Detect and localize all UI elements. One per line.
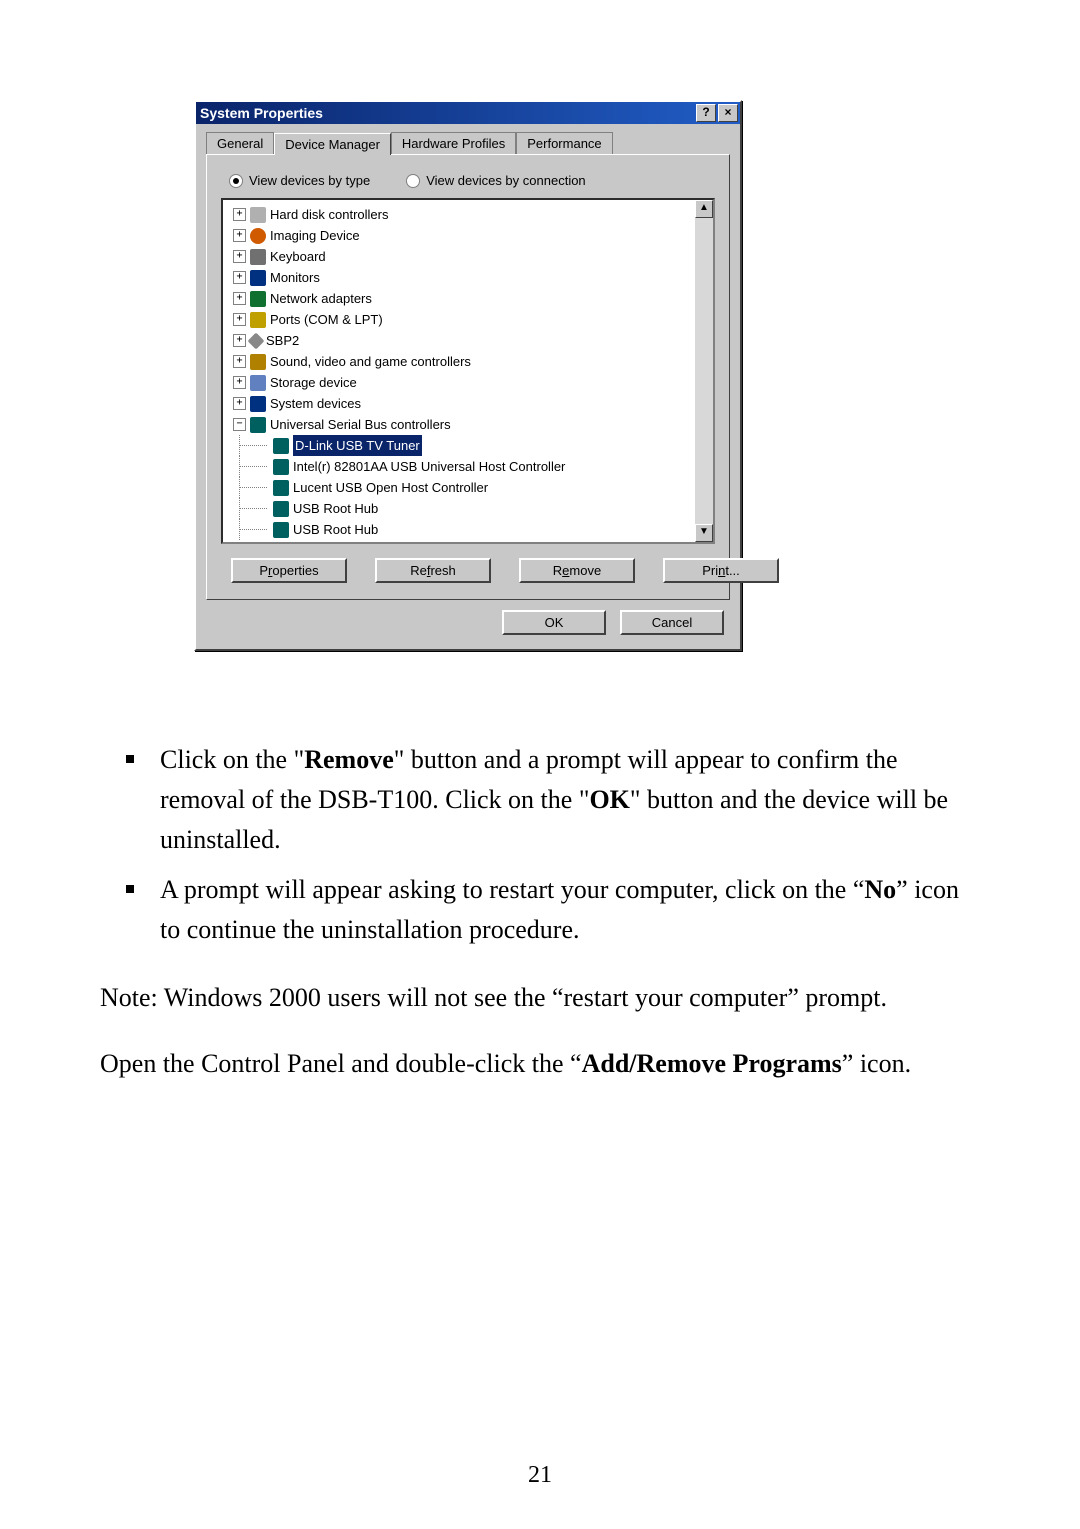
expand-icon[interactable]: +: [233, 397, 246, 410]
scroll-up-icon[interactable]: ▲: [695, 200, 713, 218]
document-body: Click on the "Remove" button and a promp…: [100, 740, 980, 1110]
tree-label: Network adapters: [270, 288, 372, 309]
tree-label: Ports (COM & LPT): [270, 309, 383, 330]
device-icon: [273, 501, 289, 517]
note-paragraph: Note: Windows 2000 users will not see th…: [100, 978, 980, 1018]
open-control-panel-paragraph: Open the Control Panel and double-click …: [100, 1044, 980, 1084]
tree-label: Keyboard: [270, 246, 326, 267]
tree-node-network[interactable]: + Network adapters: [229, 288, 693, 309]
tree-child-roothub-2[interactable]: USB Root Hub: [229, 519, 693, 540]
radio-by-type[interactable]: View devices by type: [229, 173, 370, 188]
storage-icon: [250, 375, 266, 391]
tree-node-monitors[interactable]: + Monitors: [229, 267, 693, 288]
keyboard-icon: [250, 249, 266, 265]
expand-icon[interactable]: +: [233, 250, 246, 263]
ports-icon: [250, 312, 266, 328]
tree-node-keyboard[interactable]: + Keyboard: [229, 246, 693, 267]
collapse-icon[interactable]: −: [233, 418, 246, 431]
device-tree[interactable]: + Hard disk controllers + Imaging Device…: [221, 198, 697, 544]
tree-label: Monitors: [270, 267, 320, 288]
tree-label: Intel(r) 82801AA USB Universal Host Cont…: [293, 456, 565, 477]
camera-icon: [250, 228, 266, 244]
device-buttons-row: Properties Refresh Remove Print...: [221, 558, 715, 583]
titlebar[interactable]: System Properties ? ×: [196, 102, 740, 124]
sound-icon: [250, 354, 266, 370]
tree-child-intel[interactable]: Intel(r) 82801AA USB Universal Host Cont…: [229, 456, 693, 477]
tree-node-system[interactable]: + System devices: [229, 393, 693, 414]
tree-label: Sound, video and game controllers: [270, 351, 471, 372]
tree-label: System devices: [270, 393, 361, 414]
tree-node-sound[interactable]: + Sound, video and game controllers: [229, 351, 693, 372]
radio-dot-icon: [229, 174, 243, 188]
tree-label: Imaging Device: [270, 225, 360, 246]
tree-label: Storage device: [270, 372, 357, 393]
radio-dot-icon: [406, 174, 420, 188]
disk-icon: [250, 207, 266, 223]
tab-hardware-profiles[interactable]: Hardware Profiles: [391, 132, 516, 154]
ok-button[interactable]: OK: [502, 610, 606, 635]
tree-scrollbar[interactable]: ▲ ▼: [695, 198, 715, 544]
tree-child-lucent[interactable]: Lucent USB Open Host Controller: [229, 477, 693, 498]
page-number: 21: [0, 1462, 1080, 1489]
expand-icon[interactable]: +: [233, 271, 246, 284]
network-icon: [250, 291, 266, 307]
usb-icon: [250, 417, 266, 433]
print-button[interactable]: Print...: [663, 558, 779, 583]
tree-child-dlink[interactable]: D-Link USB TV Tuner: [229, 435, 693, 456]
list-item: A prompt will appear asking to restart y…: [160, 870, 980, 950]
expand-icon[interactable]: +: [233, 313, 246, 326]
refresh-button[interactable]: Refresh: [375, 558, 491, 583]
expand-icon[interactable]: +: [233, 334, 246, 347]
system-icon: [250, 396, 266, 412]
help-button[interactable]: ?: [696, 104, 716, 122]
tab-strip: General Device Manager Hardware Profiles…: [196, 124, 740, 154]
tree-label-selected: D-Link USB TV Tuner: [293, 435, 422, 456]
sbp2-icon: [248, 332, 265, 349]
tab-general[interactable]: General: [206, 132, 274, 154]
tree-node-hard-disk[interactable]: + Hard disk controllers: [229, 204, 693, 225]
monitor-icon: [250, 270, 266, 286]
radio-by-connection[interactable]: View devices by connection: [406, 173, 585, 188]
dialog-footer: OK Cancel: [196, 610, 740, 649]
list-item: Click on the "Remove" button and a promp…: [160, 740, 980, 860]
tree-node-imaging[interactable]: + Imaging Device: [229, 225, 693, 246]
tree-node-sbp2[interactable]: + SBP2: [229, 330, 693, 351]
scroll-down-icon[interactable]: ▼: [695, 524, 713, 542]
tree-label: Universal Serial Bus controllers: [270, 414, 451, 435]
device-icon: [273, 522, 289, 538]
expand-icon[interactable]: +: [233, 355, 246, 368]
tree-label: Lucent USB Open Host Controller: [293, 477, 488, 498]
device-tree-wrap: + Hard disk controllers + Imaging Device…: [221, 198, 715, 544]
tree-label: SBP2: [266, 330, 299, 351]
tab-device-manager[interactable]: Device Manager: [274, 133, 391, 155]
tree-child-roothub-1[interactable]: USB Root Hub: [229, 498, 693, 519]
remove-button[interactable]: Remove: [519, 558, 635, 583]
cancel-button[interactable]: Cancel: [620, 610, 724, 635]
expand-icon[interactable]: +: [233, 292, 246, 305]
expand-icon[interactable]: +: [233, 229, 246, 242]
expand-icon[interactable]: +: [233, 208, 246, 221]
tree-label: USB Root Hub: [293, 498, 378, 519]
system-properties-dialog: System Properties ? × General Device Man…: [194, 100, 742, 651]
tree-label: USB Root Hub: [293, 519, 378, 540]
expand-icon[interactable]: +: [233, 376, 246, 389]
device-icon: [273, 438, 289, 454]
titlebar-text: System Properties: [200, 105, 694, 121]
device-manager-panel: View devices by type View devices by con…: [206, 154, 730, 600]
tab-performance[interactable]: Performance: [516, 132, 612, 154]
device-icon: [273, 480, 289, 496]
instruction-list: Click on the "Remove" button and a promp…: [100, 740, 980, 950]
view-mode-row: View devices by type View devices by con…: [229, 173, 715, 188]
close-button[interactable]: ×: [718, 104, 738, 122]
device-icon: [273, 459, 289, 475]
tree-node-usb[interactable]: − Universal Serial Bus controllers: [229, 414, 693, 435]
tree-label: Hard disk controllers: [270, 204, 389, 225]
tree-node-ports[interactable]: + Ports (COM & LPT): [229, 309, 693, 330]
tree-node-storage[interactable]: + Storage device: [229, 372, 693, 393]
properties-button[interactable]: Properties: [231, 558, 347, 583]
